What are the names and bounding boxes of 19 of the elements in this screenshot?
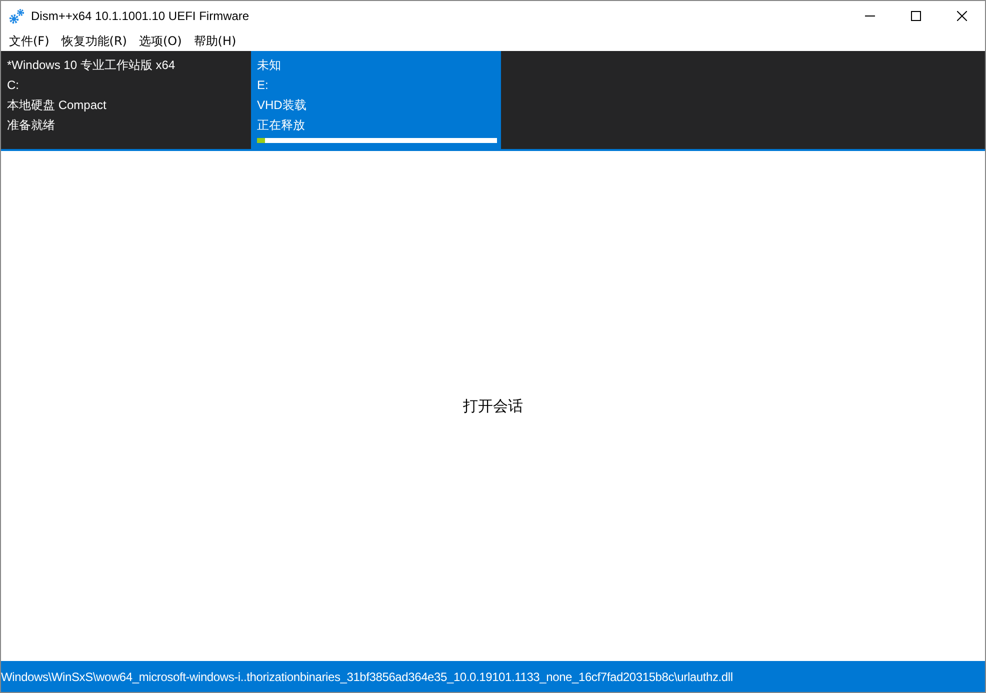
menu-item[interactable]: 恢复功能(R) <box>55 31 133 51</box>
gears-icon <box>9 8 25 24</box>
window-title: Dism++x64 10.1.1001.10 UEFI Firmware <box>31 9 250 23</box>
session-info: C: <box>7 77 20 94</box>
session-info: 本地硬盘 Compact <box>7 97 108 114</box>
menu-item[interactable]: 文件(F) <box>3 31 56 51</box>
session-info: 未知 <box>257 57 282 74</box>
maximize-icon <box>911 11 921 21</box>
menu-item[interactable]: 选项(O) <box>132 31 188 51</box>
session-card[interactable]: 未知 E: VHD装载 正在释放 <box>251 51 501 149</box>
status-path: Windows\WinSxS\wow64_microsoft-windows-i..thorizationbinaries_31bf3856ad364e35_10.0.19101.1133_none_16cf7fad20315b8c\urlauthz.dll <box>1 670 733 684</box>
session-info: 正在释放 <box>257 117 306 134</box>
session-info: VHD装载 <box>257 97 308 114</box>
session-info: *Windows 10 专业工作站版 x64 <box>7 57 176 74</box>
open-session-message: 打开会话 <box>463 396 523 416</box>
session-info: E: <box>257 77 270 94</box>
menu-item[interactable]: 帮助(H) <box>188 31 242 51</box>
close-icon <box>957 11 967 21</box>
session-info: 准备就绪 <box>7 117 56 134</box>
